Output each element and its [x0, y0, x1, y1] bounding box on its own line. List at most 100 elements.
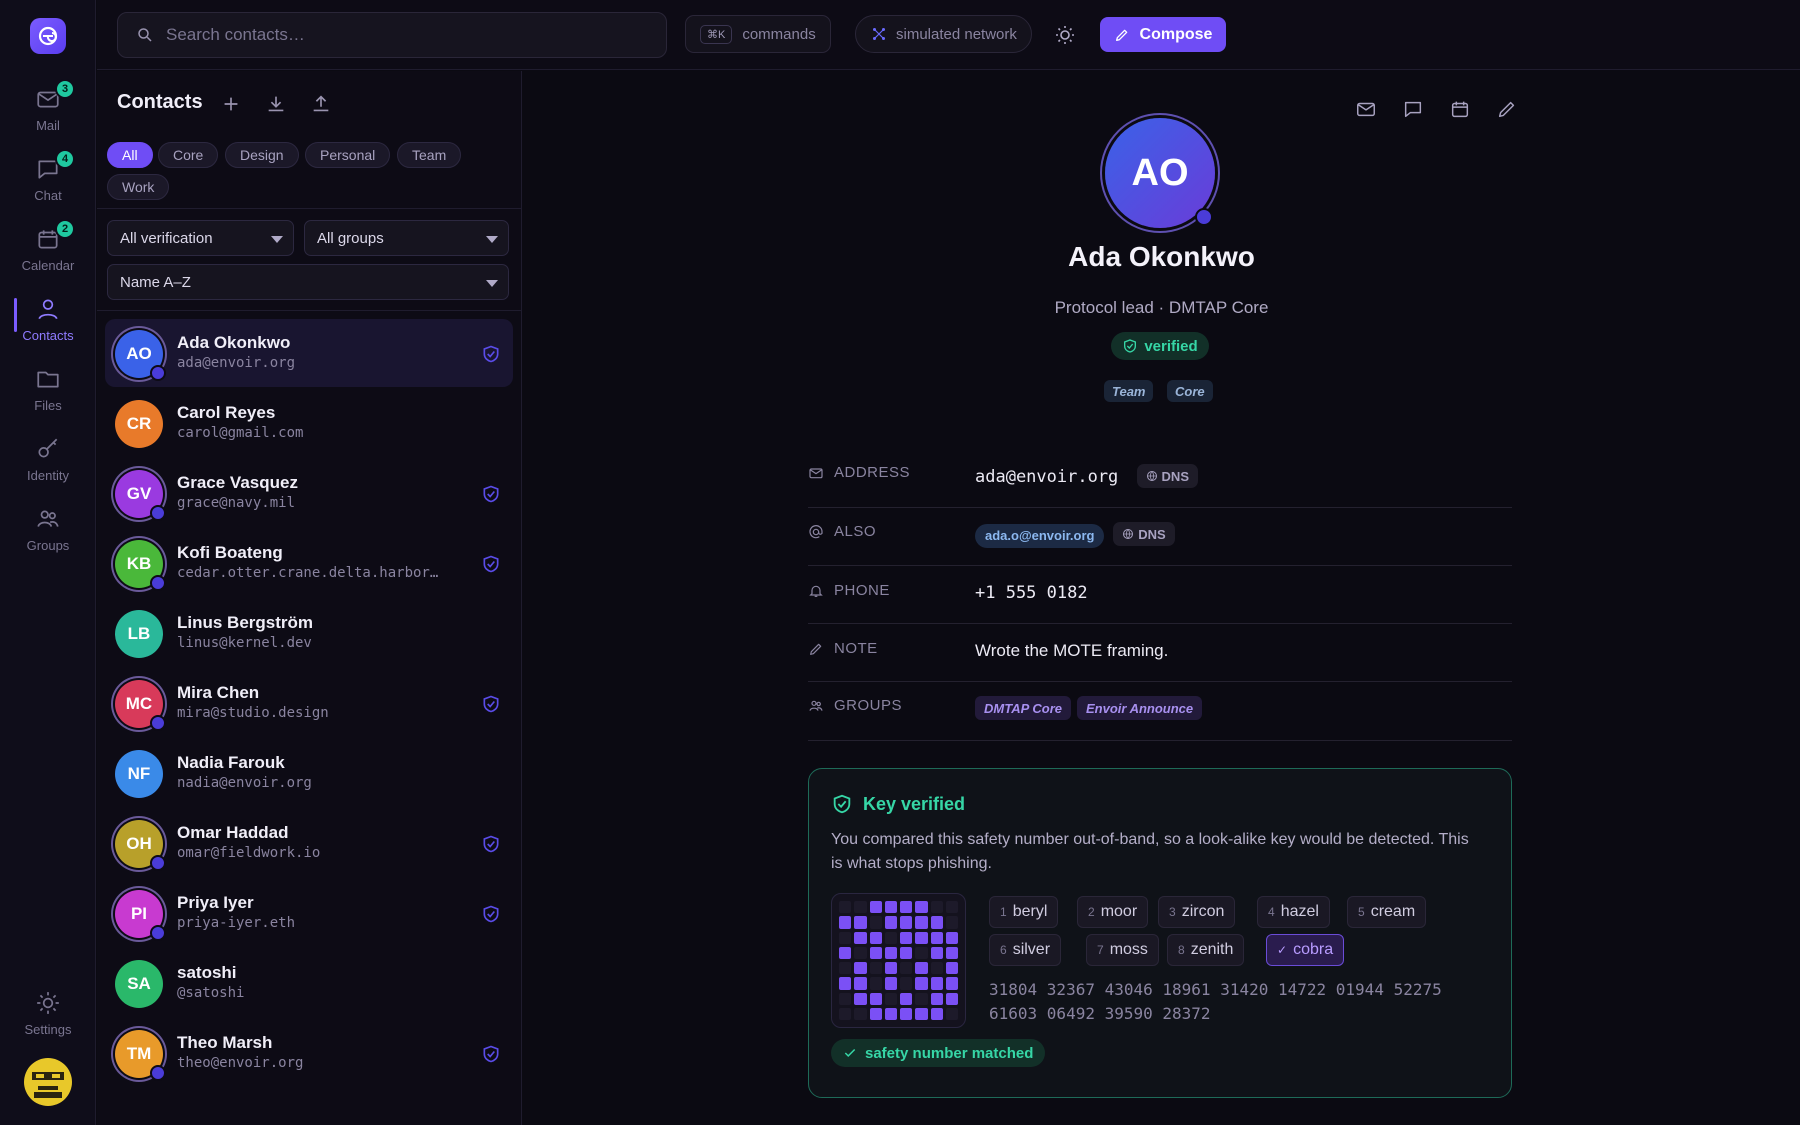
field-label: ALSO — [808, 523, 876, 540]
compose-button[interactable]: Compose — [1100, 17, 1226, 52]
contact-row[interactable]: MC Mira Chen mira@studio.design — [105, 669, 513, 737]
contact-name: Carol Reyes — [177, 403, 276, 422]
contact-row[interactable]: CR Carol Reyes carol@gmail.com — [105, 389, 513, 457]
nav-identity[interactable]: Identity — [0, 436, 96, 496]
profile-role: Protocol lead · DMTAP Core — [1054, 298, 1269, 317]
nav-settings[interactable]: Settings — [0, 990, 96, 1050]
verified-badge-icon — [150, 1065, 166, 1081]
contact-row[interactable]: OH Omar Haddad omar@fieldwork.io — [105, 809, 513, 877]
contact-row[interactable]: GV Grace Vasquez grace@navy.mil — [105, 459, 513, 527]
verified-shield-icon — [483, 1045, 499, 1063]
contact-avatar: GV — [115, 470, 166, 521]
verified-badge-icon — [150, 505, 166, 521]
check-icon — [844, 1048, 856, 1057]
fingerprint-cell — [869, 931, 882, 944]
contact-initials: PI — [130, 904, 148, 923]
contacts-title: Contacts — [117, 91, 203, 113]
contact-row[interactable]: TM Theo Marsh theo@envoir.org — [105, 1019, 513, 1087]
contact-avatar: CR — [115, 400, 163, 448]
safety-word: 6 silver — [989, 934, 1062, 966]
edit-icon[interactable] — [1496, 98, 1518, 120]
sort-select[interactable]: Name A–Z — [107, 264, 509, 300]
contact-initials: KB — [126, 554, 152, 573]
nav-calendar[interactable]: 2 Calendar — [0, 219, 96, 286]
group-chip[interactable]: DMTAP Core — [975, 696, 1071, 720]
fingerprint-cell — [915, 901, 928, 914]
profile-tag-team: Team — [1104, 380, 1154, 402]
export-icon[interactable] — [310, 93, 332, 115]
mail-badge: 3 — [55, 79, 75, 99]
verification-select[interactable]: All verification — [107, 220, 294, 256]
fingerprint-cell — [900, 962, 913, 975]
contact-row[interactable]: NF Nadia Farouk nadia@envoir.org — [105, 739, 513, 807]
contact-name: Kofi Boateng — [177, 543, 283, 562]
theme-toggle-icon[interactable] — [1053, 23, 1077, 47]
fingerprint-cell — [869, 977, 882, 990]
dns-badge: DNS — [1136, 464, 1198, 488]
add-contact-icon[interactable] — [220, 93, 242, 115]
commands-button[interactable]: ⌘K commands — [685, 15, 831, 53]
mail-icon[interactable] — [1355, 98, 1377, 120]
app-logo[interactable] — [30, 18, 66, 54]
filter-design[interactable]: Design — [225, 142, 299, 168]
contact-name: Mira Chen — [177, 683, 260, 702]
profile-tag-core: Core — [1167, 380, 1213, 402]
filter-work[interactable]: Work — [107, 174, 170, 200]
verified-badge-icon — [150, 925, 166, 941]
filter-personal[interactable]: Personal — [305, 142, 391, 168]
calendar-icon[interactable] — [1449, 98, 1471, 120]
nav-label-chat: Chat — [34, 188, 62, 203]
safety-number-line-2: 61603 06492 39590 28372 — [989, 1004, 1211, 1023]
contact-name: Grace Vasquez — [177, 473, 298, 492]
search-placeholder: Search contacts… — [166, 25, 305, 44]
fingerprint-cell — [945, 946, 958, 959]
group-chip[interactable]: Envoir Announce — [1077, 696, 1203, 720]
network-indicator[interactable]: simulated network — [855, 15, 1032, 53]
groups-value: DMTAP Core Envoir Announce — [975, 696, 1208, 720]
alias-chip[interactable]: ada.o@envoir.org — [975, 523, 1105, 548]
contact-row[interactable]: AO Ada Okonkwo ada@envoir.org — [105, 319, 513, 387]
user-avatar[interactable] — [24, 1058, 72, 1106]
chat-badge: 4 — [55, 149, 75, 169]
fingerprint-cell — [839, 977, 852, 990]
contact-row[interactable]: PI Priya Iyer priya-iyer.eth — [105, 879, 513, 947]
import-icon[interactable] — [265, 93, 287, 115]
pixel-avatar-icon — [32, 1072, 64, 1098]
contact-row[interactable]: SA satoshi @satoshi — [105, 949, 513, 1017]
contact-row[interactable]: LB Linus Bergström linus@kernel.dev — [105, 599, 513, 667]
nav-mail[interactable]: 3 Mail — [0, 79, 96, 146]
contact-initials: TM — [126, 1044, 152, 1063]
verified-shield-icon — [483, 555, 499, 573]
fingerprint-cell — [930, 962, 943, 975]
filter-core[interactable]: Core — [158, 142, 219, 168]
fingerprint-cell — [930, 916, 943, 929]
note-value: Wrote the MOTE framing. — [975, 641, 1169, 660]
divider — [97, 310, 521, 311]
verified-badge-icon — [1195, 208, 1213, 226]
nav-chat[interactable]: 4 Chat — [0, 149, 96, 216]
nav-contacts[interactable]: Contacts — [0, 296, 96, 356]
commands-label: commands — [742, 25, 816, 43]
contact-initials: AO — [126, 344, 152, 363]
profile-avatar: AO — [1105, 118, 1215, 228]
fingerprint-cell — [930, 931, 943, 944]
chat-icon[interactable] — [1402, 98, 1424, 120]
nav-groups[interactable]: Groups — [0, 506, 96, 566]
fingerprint-cell — [854, 1007, 867, 1020]
fingerprint-cell — [930, 901, 943, 914]
search-input[interactable]: Search contacts… — [117, 12, 667, 58]
fingerprint-cell — [869, 916, 882, 929]
safety-word: 1 beryl — [989, 896, 1059, 928]
filter-all[interactable]: All — [107, 142, 153, 168]
contact-initials: MC — [125, 694, 153, 713]
fingerprint-cell — [839, 916, 852, 929]
safety-word: 4 hazel — [1257, 896, 1330, 928]
verified-badge-icon — [150, 575, 166, 591]
pencil-icon — [810, 643, 822, 655]
groups-select[interactable]: All groups — [304, 220, 509, 256]
filter-team[interactable]: Team — [397, 142, 462, 168]
contact-row[interactable]: KB Kofi Boateng cedar.otter.crane.delta.ha… — [105, 529, 513, 597]
nav-files[interactable]: Files — [0, 366, 96, 426]
nav-label-contacts: Contacts — [22, 328, 74, 343]
globe-icon — [1123, 529, 1134, 539]
